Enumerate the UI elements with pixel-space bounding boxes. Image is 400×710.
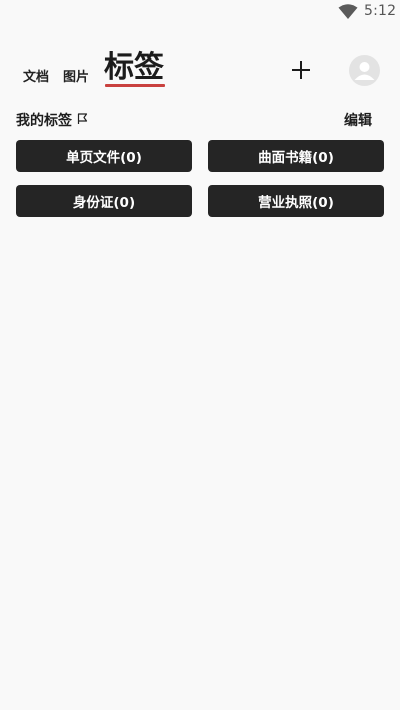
active-tab-indicator	[105, 84, 165, 87]
edit-button[interactable]: 编辑	[344, 110, 372, 130]
section-title: 我的标签	[16, 113, 72, 129]
tab-images[interactable]: 图片	[63, 66, 89, 85]
tag-chip-id-card[interactable]: 身份证(0)	[16, 185, 192, 217]
tab-tags[interactable]: 标签	[104, 42, 164, 86]
tags-screen: 5:12 文档 图片 标签 我的标签 编辑 单页文件(0) 曲面书籍(0) 身份…	[0, 0, 400, 710]
plus-icon[interactable]	[289, 58, 313, 82]
status-clock: 5:12	[364, 3, 397, 19]
wifi-icon	[338, 4, 358, 19]
flag-icon	[77, 113, 88, 124]
tab-documents[interactable]: 文档	[23, 66, 49, 85]
user-avatar-icon[interactable]	[349, 55, 380, 86]
status-bar: 5:12	[0, 0, 400, 24]
tag-chip-single-page[interactable]: 单页文件(0)	[16, 140, 192, 172]
tag-chip-business-license[interactable]: 营业执照(0)	[208, 185, 384, 217]
tag-chip-curved-book[interactable]: 曲面书籍(0)	[208, 140, 384, 172]
